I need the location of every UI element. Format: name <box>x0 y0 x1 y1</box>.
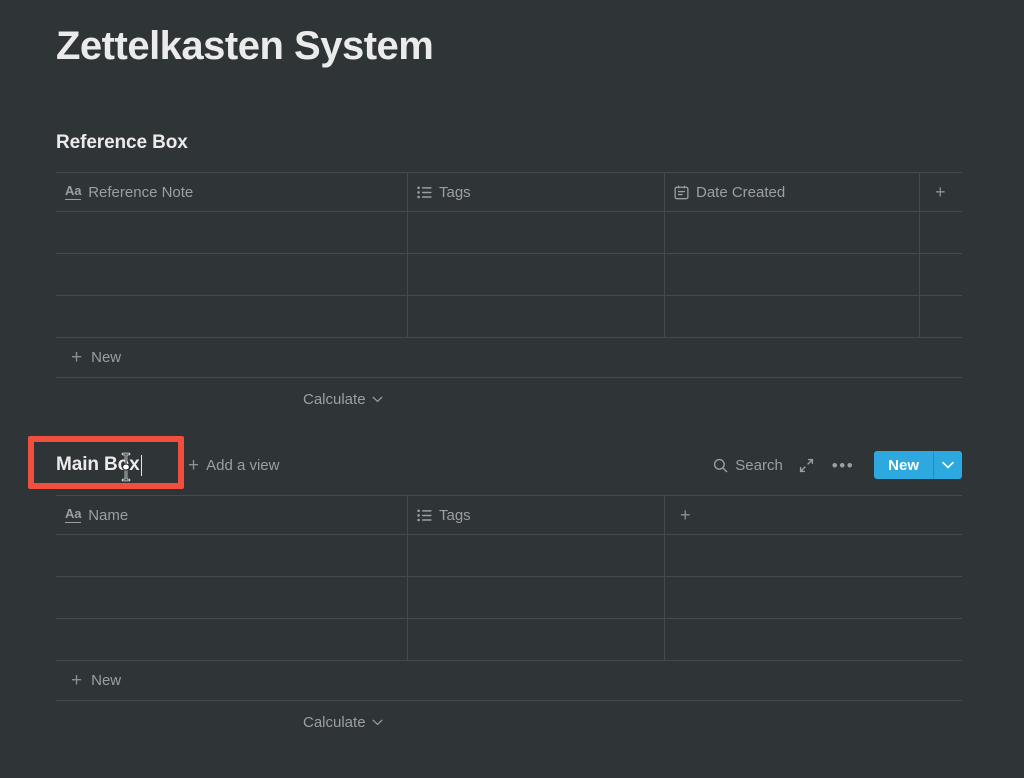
add-a-view-button[interactable]: + Add a view <box>188 448 279 482</box>
title-aa-icon: Aa <box>65 183 82 200</box>
plus-icon: + <box>71 347 83 368</box>
notion-page: Zettelkasten System Reference Box Aa Ref… <box>0 0 1024 778</box>
add-new-row-label: New <box>91 349 122 366</box>
cell-spacer <box>665 535 962 576</box>
new-record-label: New <box>888 456 919 474</box>
cell-reference-note[interactable] <box>56 254 408 295</box>
list-icon <box>417 509 432 522</box>
ellipsis-icon: ••• <box>831 455 855 475</box>
cell-spacer <box>665 619 962 660</box>
expand-diagonal-icon <box>799 458 814 473</box>
column-header-label: Date Created <box>696 183 786 201</box>
table-row[interactable] <box>56 296 962 338</box>
calculate-button[interactable]: Calculate <box>303 714 383 731</box>
add-column-button[interactable]: + <box>920 173 962 211</box>
new-record-button[interactable]: New <box>874 451 933 479</box>
table-row[interactable] <box>56 577 962 619</box>
cell-name[interactable] <box>56 535 408 576</box>
add-new-row-label: New <box>91 672 122 689</box>
calendar-icon <box>674 185 689 200</box>
main-box-view-bar: Main Box + Add a view Search ••• New <box>0 448 1024 482</box>
column-header-label: Tags <box>439 506 471 524</box>
main-box-table: Aa Name Tags + + New Calculate <box>56 495 962 743</box>
plus-icon: + <box>188 454 200 476</box>
column-header-date-created[interactable]: Date Created <box>665 173 920 211</box>
add-new-row-button[interactable]: + New <box>56 661 962 701</box>
reference-box-header-row: Aa Reference Note Tags Date Created + <box>56 172 962 212</box>
title-aa-icon: Aa <box>65 506 82 523</box>
page-title[interactable]: Zettelkasten System <box>56 22 434 70</box>
reference-box-heading[interactable]: Reference Box <box>56 132 188 154</box>
chevron-down-icon <box>942 461 954 469</box>
calculate-footer: Calculate <box>56 701 962 743</box>
view-toolbar: Search ••• New <box>705 448 962 482</box>
cell-tags[interactable] <box>408 535 665 576</box>
new-record-button-group: New <box>874 451 962 479</box>
search-icon <box>713 458 728 473</box>
plus-icon: + <box>71 670 83 691</box>
chevron-down-icon <box>372 396 383 403</box>
cell-tags[interactable] <box>408 296 665 337</box>
column-header-label: Reference Note <box>88 183 194 201</box>
add-a-view-label: Add a view <box>206 456 280 474</box>
search-label: Search <box>735 456 783 474</box>
calculate-footer: Calculate <box>56 378 962 420</box>
cell-name[interactable] <box>56 577 408 618</box>
calculate-label: Calculate <box>303 713 366 731</box>
plus-icon: + <box>935 181 946 202</box>
cell-tags[interactable] <box>408 619 665 660</box>
reference-box-table: Aa Reference Note Tags Date Created + + … <box>56 172 962 420</box>
more-options-button[interactable]: ••• <box>822 453 864 478</box>
cell-spacer <box>920 296 962 337</box>
plus-icon: + <box>680 504 691 525</box>
cell-spacer <box>665 577 962 618</box>
table-row[interactable] <box>56 254 962 296</box>
table-row[interactable] <box>56 535 962 577</box>
column-header-label: Name <box>88 506 129 524</box>
cell-reference-note[interactable] <box>56 212 408 253</box>
calculate-button[interactable]: Calculate <box>303 391 383 408</box>
column-header-label: Tags <box>439 183 471 201</box>
text-caret <box>140 454 142 476</box>
cell-date-created[interactable] <box>665 212 920 253</box>
column-header-reference-note[interactable]: Aa Reference Note <box>56 173 408 211</box>
cell-spacer <box>920 212 962 253</box>
cell-name[interactable] <box>56 619 408 660</box>
expand-button[interactable] <box>791 454 822 477</box>
cell-tags[interactable] <box>408 577 665 618</box>
cell-spacer <box>920 254 962 295</box>
cell-tags[interactable] <box>408 212 665 253</box>
list-icon <box>417 186 432 199</box>
calculate-label: Calculate <box>303 390 366 408</box>
cell-date-created[interactable] <box>665 254 920 295</box>
main-box-header-row: Aa Name Tags + <box>56 495 962 535</box>
add-column-button[interactable]: + <box>665 496 962 534</box>
column-header-tags[interactable]: Tags <box>408 173 665 211</box>
column-header-name[interactable]: Aa Name <box>56 496 408 534</box>
cell-date-created[interactable] <box>665 296 920 337</box>
new-record-dropdown-button[interactable] <box>934 451 962 479</box>
table-row[interactable] <box>56 212 962 254</box>
column-header-tags[interactable]: Tags <box>408 496 665 534</box>
search-button[interactable]: Search <box>705 453 791 478</box>
cell-tags[interactable] <box>408 254 665 295</box>
view-tab-label: Main Box <box>56 454 140 475</box>
view-tab-main-box[interactable]: Main Box <box>56 448 142 482</box>
add-new-row-button[interactable]: + New <box>56 338 962 378</box>
cell-reference-note[interactable] <box>56 296 408 337</box>
table-row[interactable] <box>56 619 962 661</box>
chevron-down-icon <box>372 719 383 726</box>
